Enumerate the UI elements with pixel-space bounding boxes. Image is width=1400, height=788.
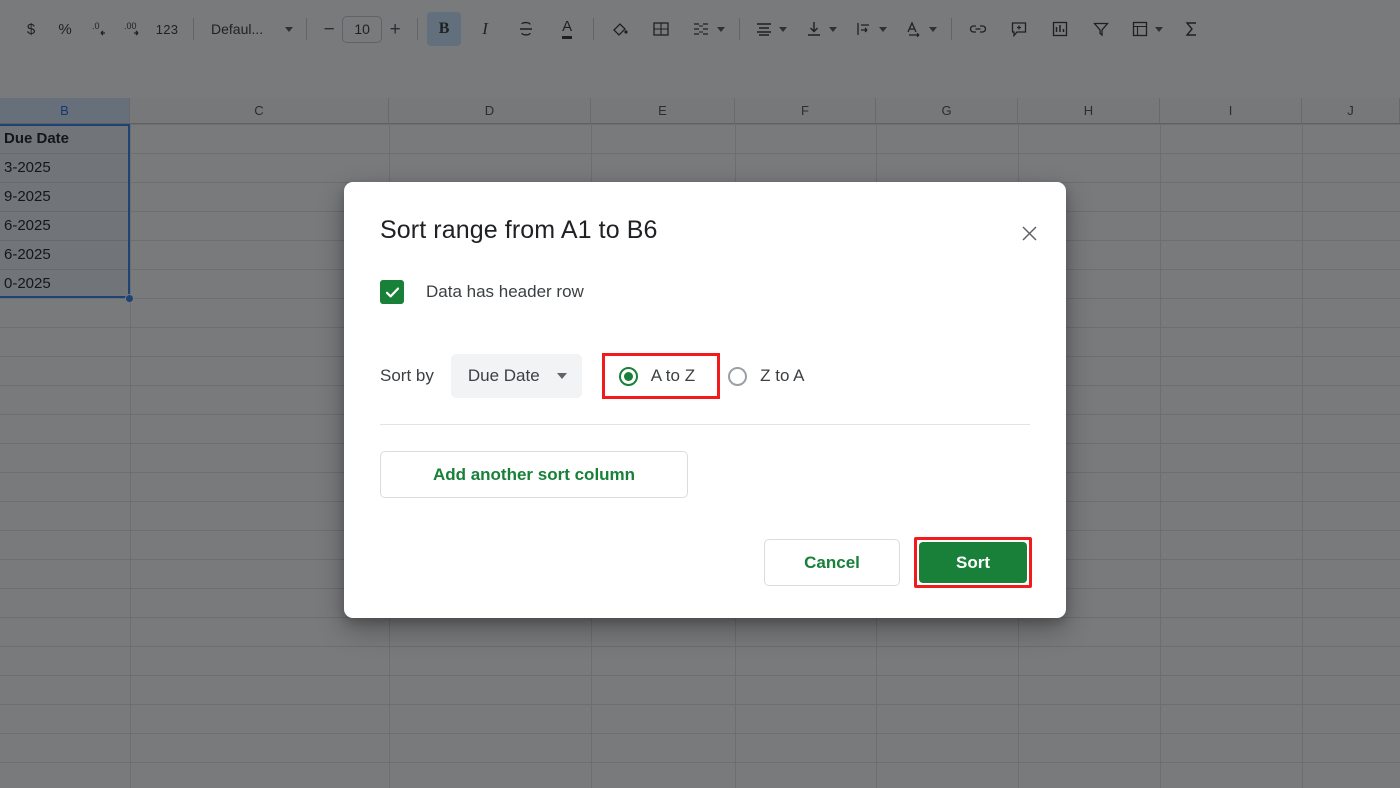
data-has-header-row-label: Data has header row — [426, 282, 584, 302]
sort-by-label: Sort by — [380, 366, 434, 386]
sort-range-dialog: Sort range from A1 to B6 Data has header… — [344, 182, 1066, 618]
sort-order-radio-group: A to Z Z to A — [606, 353, 815, 399]
dialog-divider — [380, 424, 1030, 425]
sort-order-a-to-z-label: A to Z — [651, 366, 695, 386]
sort-by-column-select[interactable]: Due Date — [451, 354, 582, 398]
sort-order-a-to-z-option[interactable]: A to Z — [602, 353, 720, 399]
sort-order-z-to-a-option[interactable]: Z to A — [720, 358, 814, 394]
spreadsheet-app: $ % .0 .00 123 Defaul... − 10 + B — [0, 0, 1400, 788]
radio-unselected-icon — [728, 367, 747, 386]
dialog-title: Sort range from A1 to B6 — [380, 216, 658, 245]
dialog-actions: Cancel Sort — [764, 537, 1032, 588]
sort-button-highlight: Sort — [914, 537, 1032, 588]
chevron-down-icon — [557, 373, 567, 379]
sort-button[interactable]: Sort — [919, 542, 1027, 583]
sort-by-row: Sort by Due Date A to Z Z to A — [380, 353, 815, 399]
add-another-sort-column-button[interactable]: Add another sort column — [380, 451, 688, 498]
sort-order-z-to-a-label: Z to A — [760, 366, 804, 386]
radio-selected-icon — [619, 367, 638, 386]
header-row-option[interactable]: Data has header row — [380, 280, 584, 304]
cancel-button[interactable]: Cancel — [764, 539, 900, 586]
close-icon[interactable] — [1016, 220, 1042, 246]
sort-by-column-value: Due Date — [468, 366, 540, 386]
data-has-header-row-checkbox[interactable] — [380, 280, 404, 304]
